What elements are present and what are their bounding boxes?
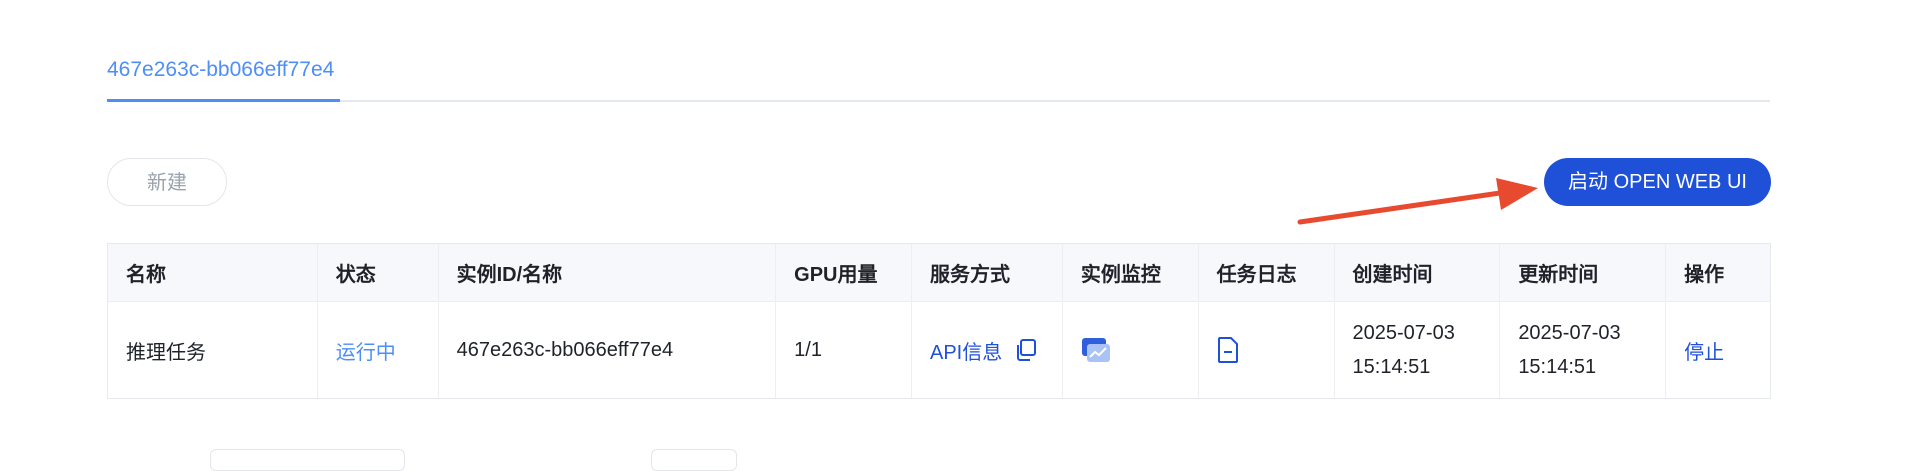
tab-bar: 467e263c-bb066eff77e4 — [107, 50, 1770, 102]
header-gpu: GPU用量 — [776, 244, 912, 301]
api-info-link[interactable]: API信息 — [930, 336, 1002, 365]
cell-instance-id: 467e263c-bb066eff77e4 — [439, 302, 777, 398]
cell-log — [1199, 302, 1335, 398]
cell-gpu: 1/1 — [776, 302, 912, 398]
table-header-row: 名称 状态 实例ID/名称 GPU用量 服务方式 实例监控 任务日志 创建时间 … — [108, 244, 1770, 302]
annotation-arrow — [1297, 178, 1538, 225]
document-icon[interactable] — [1217, 337, 1239, 363]
header-log: 任务日志 — [1199, 244, 1335, 301]
created-date: 2025-07-03 — [1352, 322, 1455, 344]
cell-action: 停止 — [1666, 302, 1770, 398]
created-time: 15:14:51 — [1352, 356, 1431, 378]
cell-monitor — [1063, 302, 1199, 398]
pagination-input[interactable] — [651, 449, 737, 471]
updated-time: 15:14:51 — [1518, 356, 1597, 378]
cell-name: 推理任务 — [108, 302, 318, 398]
open-webui-button[interactable]: 启动 OPEN WEB UI — [1544, 158, 1771, 206]
header-updated: 更新时间 — [1500, 244, 1667, 301]
copy-icon[interactable] — [1014, 338, 1038, 362]
header-name: 名称 — [108, 244, 318, 301]
status-badge: 运行中 — [335, 341, 396, 364]
header-monitor: 实例监控 — [1063, 244, 1199, 301]
stop-button[interactable]: 停止 — [1684, 336, 1724, 365]
header-created: 创建时间 — [1335, 244, 1501, 301]
tab-instance[interactable]: 467e263c-bb066eff77e4 — [107, 50, 340, 98]
table-row: 推理任务 运行中 467e263c-bb066eff77e4 1/1 API信息 — [108, 302, 1770, 398]
header-service: 服务方式 — [912, 244, 1063, 301]
updated-date: 2025-07-03 — [1518, 322, 1621, 344]
task-table: 名称 状态 实例ID/名称 GPU用量 服务方式 实例监控 任务日志 创建时间 … — [107, 243, 1771, 399]
cell-status: 运行中 — [318, 302, 439, 398]
cell-service: API信息 — [912, 302, 1063, 398]
pagination-select[interactable] — [210, 449, 405, 471]
header-action: 操作 — [1684, 264, 1725, 286]
new-button[interactable]: 新建 — [107, 158, 227, 206]
header-status: 状态 — [318, 244, 439, 301]
monitor-chart-icon[interactable] — [1081, 336, 1111, 364]
header-instance-id: 实例ID/名称 — [439, 244, 777, 301]
tab-active-indicator — [107, 99, 340, 102]
cell-updated: 2025-07-03 15:14:51 — [1500, 302, 1667, 398]
cell-created: 2025-07-03 15:14:51 — [1335, 302, 1501, 398]
